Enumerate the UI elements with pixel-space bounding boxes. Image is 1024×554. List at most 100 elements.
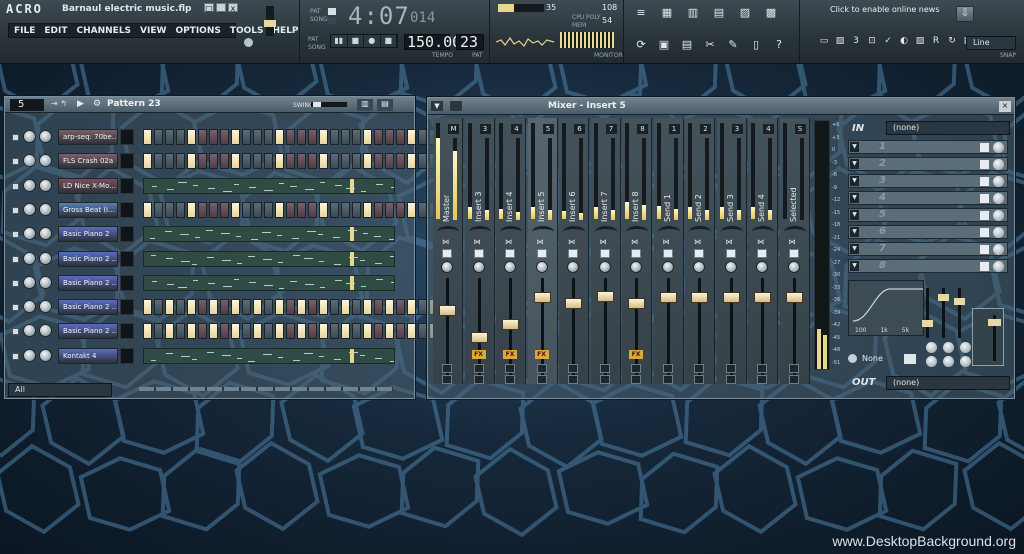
- mixer-track[interactable]: S Selected ⋈: [779, 118, 810, 384]
- step-button[interactable]: [385, 323, 394, 340]
- step-button[interactable]: [374, 129, 383, 145]
- step-button[interactable]: [220, 129, 229, 145]
- step-button[interactable]: [385, 129, 394, 145]
- track-send-button[interactable]: [599, 364, 610, 373]
- step-button[interactable]: [308, 153, 317, 170]
- record-mode-icon[interactable]: R: [930, 34, 942, 48]
- channel-volume-knob[interactable]: [39, 300, 52, 314]
- slot-mix-knob[interactable]: [993, 261, 1004, 272]
- step-button[interactable]: [253, 201, 262, 218]
- step-button[interactable]: [242, 299, 251, 316]
- pattern-number-display[interactable]: 23: [456, 34, 484, 50]
- step-button[interactable]: [187, 153, 196, 170]
- step-button[interactable]: [176, 299, 185, 316]
- step-button[interactable]: [220, 201, 229, 218]
- step-button[interactable]: [396, 153, 405, 170]
- track-record-button[interactable]: [662, 375, 673, 384]
- step-button[interactable]: [418, 323, 427, 340]
- track-send-button[interactable]: [568, 364, 578, 373]
- cut-icon[interactable]: ✂: [703, 38, 717, 52]
- track-fader-slot[interactable]: [635, 278, 638, 378]
- pat-mode-led[interactable]: [328, 8, 336, 15]
- main-volume-handle[interactable]: [264, 20, 276, 27]
- document-icon[interactable]: ▯: [749, 38, 763, 52]
- save-as-icon[interactable]: ▣: [657, 38, 671, 52]
- step-button[interactable]: [341, 299, 350, 316]
- plugin-picker-icon[interactable]: ▩: [764, 6, 778, 20]
- channel-pan-knob[interactable]: [23, 202, 36, 216]
- step-button[interactable]: [297, 153, 306, 170]
- step-button[interactable]: [374, 323, 383, 340]
- step-button[interactable]: [374, 201, 383, 218]
- slot-enable-checkbox[interactable]: [980, 194, 989, 203]
- route-link-icon[interactable]: ⋈: [505, 238, 512, 246]
- eq-band-slider-2[interactable]: [938, 288, 949, 338]
- slot-enable-checkbox[interactable]: [980, 245, 989, 254]
- step-button[interactable]: [407, 299, 416, 316]
- channel-name-button[interactable]: Basic Piano 2 ...: [58, 274, 118, 291]
- step-button[interactable]: [363, 201, 372, 218]
- track-pan-knob[interactable]: [535, 261, 548, 273]
- track-fader-slot[interactable]: [446, 278, 449, 378]
- channel-mute-led[interactable]: [12, 182, 19, 190]
- mixer-track[interactable]: M Master ⋈: [433, 118, 463, 384]
- step-button[interactable]: [220, 153, 229, 170]
- wrench-icon[interactable]: ✎: [726, 38, 740, 52]
- step-button[interactable]: [308, 129, 317, 145]
- track-pan-knob[interactable]: [661, 261, 674, 273]
- slot-menu-icon[interactable]: ▼: [850, 159, 859, 169]
- mixer-titlebar[interactable]: ▼ Mixer - Insert 5 ×: [428, 98, 1014, 115]
- channel-select-indicator[interactable]: [120, 177, 134, 194]
- stop-button[interactable]: ■: [348, 35, 364, 47]
- track-send-button[interactable]: [788, 364, 799, 373]
- typing-keyboard-icon[interactable]: ▭: [818, 34, 830, 48]
- step-button[interactable]: [154, 129, 163, 145]
- track-record-button[interactable]: [473, 375, 484, 384]
- track-record-button[interactable]: [725, 375, 736, 384]
- blend-icon[interactable]: ▨: [914, 34, 926, 48]
- step-button[interactable]: [264, 153, 273, 170]
- step-button[interactable]: [220, 299, 229, 316]
- route-link-icon[interactable]: ⋈: [568, 238, 575, 246]
- step-button[interactable]: [143, 201, 152, 218]
- effect-slot[interactable]: ▼ 3: [848, 174, 1008, 188]
- step-button[interactable]: [231, 323, 240, 340]
- step-button[interactable]: [308, 323, 317, 340]
- track-send-button[interactable]: [694, 364, 704, 373]
- channel-pan-knob[interactable]: [23, 275, 36, 289]
- channel-volume-knob[interactable]: [39, 154, 52, 168]
- track-fader-handle[interactable]: [722, 292, 740, 304]
- channel-mute-led[interactable]: [12, 206, 19, 214]
- restore-button[interactable]: □: [204, 3, 214, 13]
- step-button[interactable]: [176, 153, 185, 170]
- step-button[interactable]: [363, 129, 372, 145]
- channel-select-indicator[interactable]: [120, 129, 134, 145]
- step-button[interactable]: [341, 323, 350, 340]
- input-select[interactable]: (none): [886, 121, 1010, 135]
- mixer-track[interactable]: 7 Insert 7 ⋈: [590, 118, 621, 384]
- channel-pan-knob[interactable]: [23, 300, 36, 314]
- step-button[interactable]: [319, 323, 328, 340]
- mixer-track[interactable]: 2 Send 2 ⋈: [685, 118, 715, 384]
- channel-name-button[interactable]: Gross Beat (I...: [58, 201, 118, 218]
- track-fader-handle[interactable]: [502, 318, 519, 330]
- step-button[interactable]: [330, 299, 339, 316]
- track-record-button[interactable]: [536, 375, 547, 384]
- track-fader-handle[interactable]: [565, 297, 582, 309]
- step-button[interactable]: [154, 323, 163, 340]
- step-button[interactable]: [341, 201, 350, 218]
- eq-band-slider-3[interactable]: [954, 288, 965, 338]
- step-button[interactable]: [143, 299, 152, 316]
- slot-menu-icon[interactable]: ▼: [850, 261, 859, 271]
- mixer-track[interactable]: 3 Send 3 ⋈: [716, 118, 747, 384]
- piano-roll-preview[interactable]: [143, 226, 395, 243]
- step-button[interactable]: [286, 129, 295, 145]
- step-button[interactable]: [253, 129, 262, 145]
- step-button[interactable]: [418, 153, 427, 170]
- step-button[interactable]: [231, 129, 240, 145]
- separation-handle[interactable]: [988, 319, 1001, 326]
- channel-volume-knob[interactable]: [39, 202, 52, 216]
- track-fader-handle[interactable]: [470, 332, 488, 343]
- channel-filter-select[interactable]: All: [8, 383, 112, 397]
- eq-knob-mid[interactable]: [943, 342, 954, 353]
